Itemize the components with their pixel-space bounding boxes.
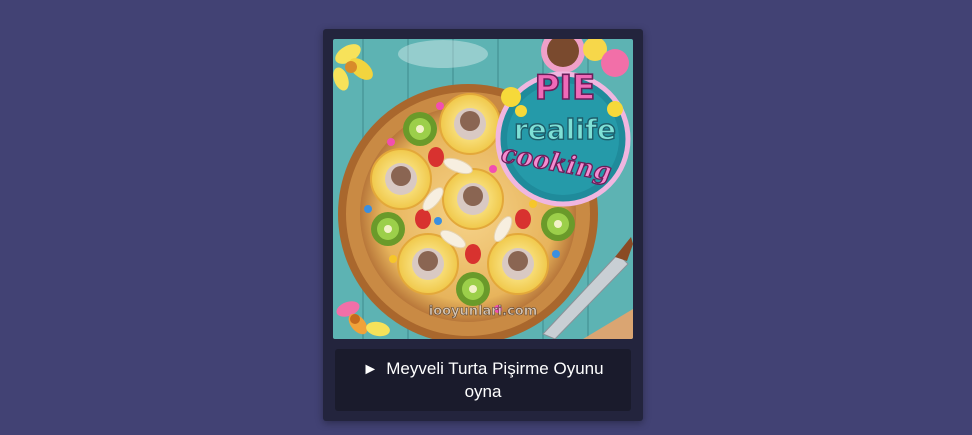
pie-cooking-artwork: PIE realife cooking iooyunlari.com [333, 39, 633, 339]
game-thumbnail[interactable]: PIE realife cooking iooyunlari.com [333, 39, 633, 339]
logo-line-pie: PIE [535, 68, 596, 108]
watermark-text: iooyunlari.com [429, 304, 538, 319]
play-button-content: ► Meyveli Turta Pişirme Oyunu oyna [348, 358, 618, 403]
logo-line-realife: realife [514, 113, 616, 146]
play-button-label: Meyveli Turta Pişirme Oyunu oyna [386, 358, 604, 401]
game-card[interactable]: PIE realife cooking iooyunlari.com ► Mey… [323, 29, 643, 421]
play-icon: ► [362, 360, 379, 378]
play-game-button[interactable]: ► Meyveli Turta Pişirme Oyunu oyna [335, 349, 631, 411]
